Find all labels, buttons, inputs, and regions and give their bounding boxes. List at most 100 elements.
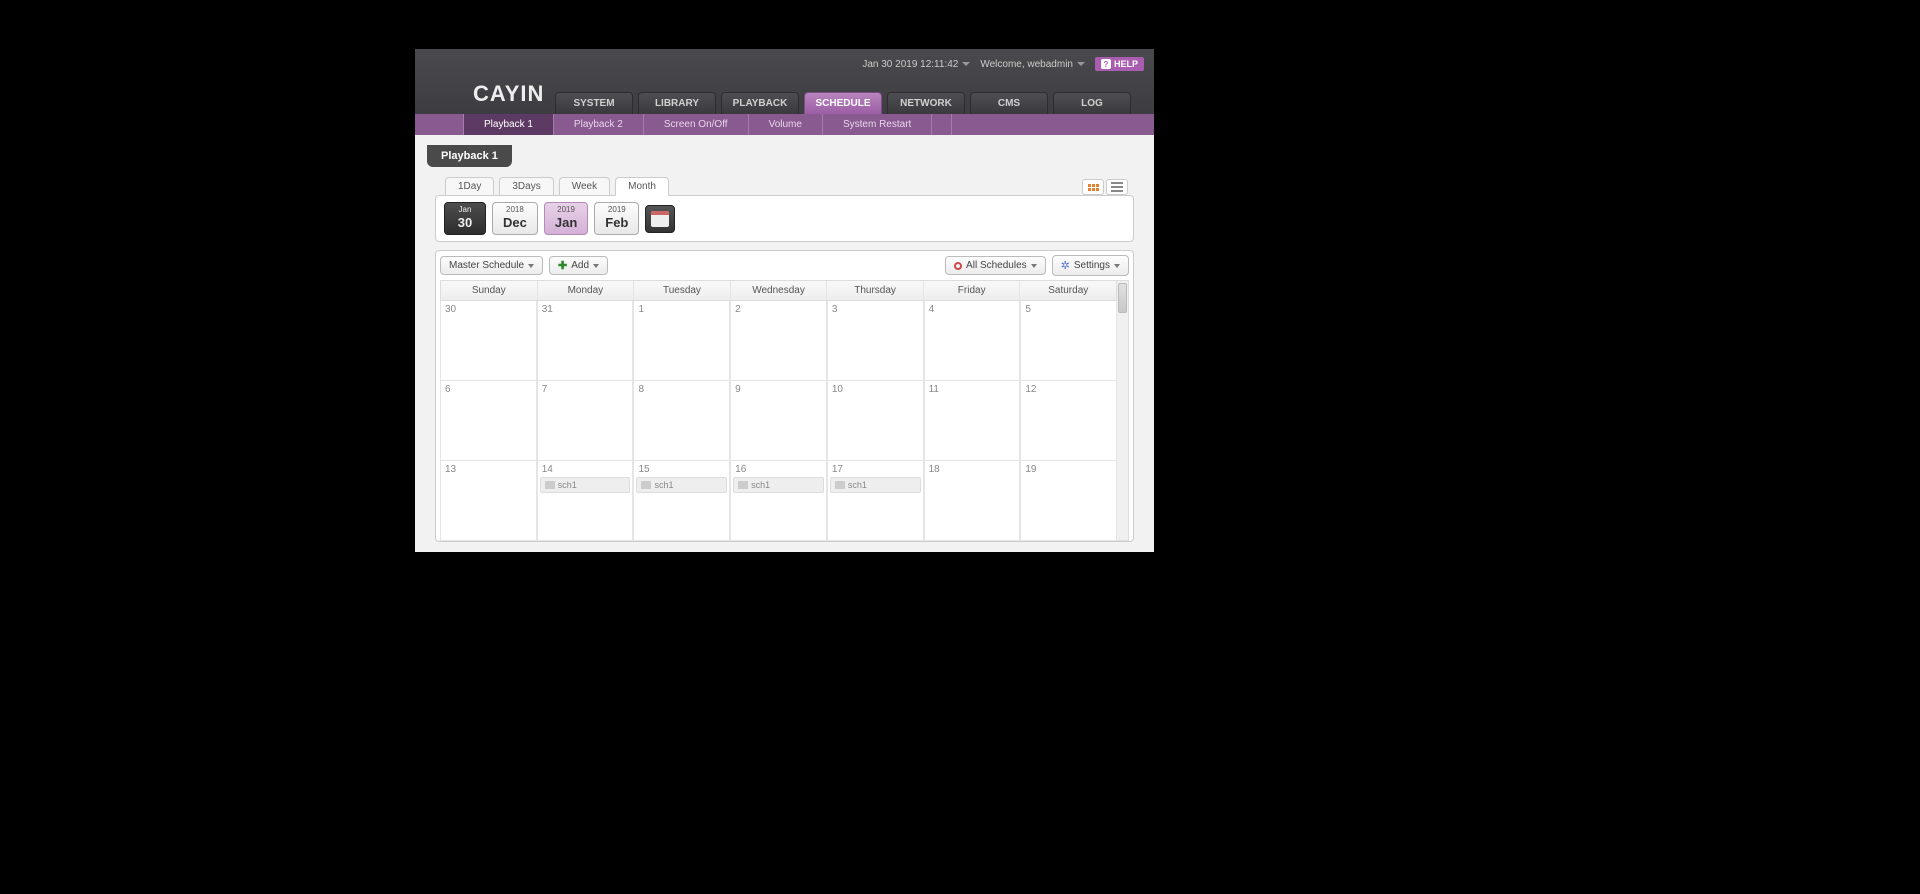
day-header: Friday bbox=[924, 281, 1021, 300]
calendar-cell[interactable]: 4 bbox=[924, 301, 1021, 381]
calendar-cell[interactable]: 13 bbox=[440, 461, 537, 541]
calendar-cell[interactable]: 8 bbox=[633, 381, 730, 461]
day-number: 1 bbox=[638, 304, 644, 315]
calendar-cell[interactable]: 5 bbox=[1020, 301, 1117, 381]
master-schedule-dropdown[interactable]: Master Schedule bbox=[440, 256, 543, 275]
subnav-playback-1[interactable]: Playback 1 bbox=[463, 114, 554, 135]
calendar-cell[interactable]: 10 bbox=[827, 381, 924, 461]
scrollbar-thumb[interactable] bbox=[1118, 283, 1127, 313]
calendar-cell[interactable]: 3 bbox=[827, 301, 924, 381]
date-nav-bottom: Jan bbox=[555, 215, 577, 230]
day-number: 16 bbox=[735, 464, 746, 475]
logo: CAYIN bbox=[473, 81, 544, 107]
date-nav-bottom: Dec bbox=[503, 215, 527, 230]
add-label: Add bbox=[571, 260, 589, 271]
calendar-scrollbar[interactable] bbox=[1117, 280, 1129, 541]
calendar-cell[interactable]: 19 bbox=[1020, 461, 1117, 541]
viewtab-3days[interactable]: 3Days bbox=[499, 177, 553, 195]
help-button[interactable]: ? HELP bbox=[1095, 57, 1144, 71]
date-nav-bottom: 30 bbox=[455, 215, 475, 230]
date-nav-bottom: Feb bbox=[605, 215, 628, 230]
date-nav-today[interactable]: Jan 30 bbox=[444, 202, 486, 235]
calendar-cell[interactable]: 12 bbox=[1020, 381, 1117, 461]
datetime-dropdown[interactable]: Jan 30 2019 12:11:42 bbox=[862, 59, 970, 70]
day-number: 9 bbox=[735, 384, 741, 395]
day-number: 19 bbox=[1025, 464, 1036, 475]
day-number: 3 bbox=[832, 304, 838, 315]
calendar-event[interactable]: sch1 bbox=[540, 477, 631, 493]
sub-nav: Playback 1 Playback 2 Screen On/Off Volu… bbox=[415, 114, 1154, 135]
calendar-cell[interactable]: 17sch1 bbox=[827, 461, 924, 541]
viewtab-week[interactable]: Week bbox=[559, 177, 610, 195]
day-header: Wednesday bbox=[731, 281, 828, 300]
list-view-button[interactable] bbox=[1106, 179, 1128, 195]
day-header: Monday bbox=[538, 281, 635, 300]
calendar-panel: Master Schedule ✚ Add All Schedules bbox=[435, 250, 1134, 542]
day-header: Thursday bbox=[827, 281, 924, 300]
day-header: Sunday bbox=[441, 281, 538, 300]
calendar-cell[interactable]: 31 bbox=[537, 301, 634, 381]
date-nav-next-month[interactable]: 2019 Feb bbox=[594, 202, 639, 235]
calendar-cell[interactable]: 18 bbox=[924, 461, 1021, 541]
nav-library[interactable]: LIBRARY bbox=[638, 92, 716, 114]
event-label: sch1 bbox=[751, 480, 770, 490]
calendar-cell[interactable]: 14sch1 bbox=[537, 461, 634, 541]
date-nav-top: Jan bbox=[455, 205, 475, 215]
day-header: Tuesday bbox=[634, 281, 731, 300]
day-number: 11 bbox=[929, 384, 939, 395]
calendar-cell[interactable]: 6 bbox=[440, 381, 537, 461]
subnav-spacer bbox=[932, 114, 952, 135]
viewtab-month[interactable]: Month bbox=[615, 177, 669, 196]
subnav-screen-onoff[interactable]: Screen On/Off bbox=[644, 114, 749, 135]
day-number: 7 bbox=[542, 384, 548, 395]
viewtab-1day[interactable]: 1Day bbox=[445, 177, 494, 195]
calendar-cell[interactable]: 7 bbox=[537, 381, 634, 461]
view-tabs: 1Day 3Days Week Month bbox=[445, 177, 669, 195]
day-number: 2 bbox=[735, 304, 741, 315]
date-picker-button[interactable] bbox=[645, 205, 675, 233]
event-icon bbox=[641, 481, 651, 489]
help-label: HELP bbox=[1114, 59, 1138, 69]
event-icon bbox=[545, 481, 555, 489]
calendar-header: Sunday Monday Tuesday Wednesday Thursday… bbox=[440, 280, 1117, 301]
nav-log[interactable]: LOG bbox=[1053, 92, 1131, 114]
calendar-event[interactable]: sch1 bbox=[830, 477, 921, 493]
plus-icon: ✚ bbox=[558, 261, 567, 271]
nav-system[interactable]: SYSTEM bbox=[555, 92, 633, 114]
day-number: 15 bbox=[638, 464, 649, 475]
chevron-down-icon bbox=[1114, 264, 1120, 268]
calendar-event[interactable]: sch1 bbox=[733, 477, 824, 493]
date-nav-prev-month[interactable]: 2018 Dec bbox=[492, 202, 538, 235]
calendar-cell[interactable]: 1 bbox=[633, 301, 730, 381]
calendar-cell[interactable]: 30 bbox=[440, 301, 537, 381]
calendar-cell[interactable]: 15 sch1 bbox=[633, 461, 730, 541]
chevron-down-icon bbox=[1077, 62, 1085, 66]
topbar: Jan 30 2019 12:11:42 Welcome, webadmin ?… bbox=[415, 49, 1154, 114]
master-schedule-label: Master Schedule bbox=[449, 260, 524, 271]
subnav-playback-2[interactable]: Playback 2 bbox=[554, 114, 644, 135]
nav-playback[interactable]: PLAYBACK bbox=[721, 92, 799, 114]
calendar-cell[interactable]: 9 bbox=[730, 381, 827, 461]
add-button[interactable]: ✚ Add bbox=[549, 256, 608, 275]
subnav-volume[interactable]: Volume bbox=[749, 114, 823, 135]
grid-view-button[interactable] bbox=[1082, 179, 1104, 195]
day-number: 30 bbox=[445, 304, 456, 315]
subnav-system-restart[interactable]: System Restart bbox=[823, 114, 932, 135]
calendar-cell[interactable]: 2 bbox=[730, 301, 827, 381]
calendar: Sunday Monday Tuesday Wednesday Thursday… bbox=[440, 280, 1129, 541]
nav-network[interactable]: NETWORK bbox=[887, 92, 965, 114]
calendar-event[interactable]: sch1 bbox=[636, 477, 727, 493]
calendar-cell[interactable]: 16 sch1 bbox=[730, 461, 827, 541]
all-schedules-label: All Schedules bbox=[966, 260, 1027, 271]
welcome-dropdown[interactable]: Welcome, webadmin bbox=[980, 59, 1085, 70]
date-nav-box: Jan 30 2018 Dec 2019 Jan 2019 Feb bbox=[435, 195, 1134, 242]
date-nav-top: 2018 bbox=[503, 205, 527, 215]
chevron-down-icon bbox=[528, 264, 534, 268]
all-schedules-dropdown[interactable]: All Schedules bbox=[945, 256, 1046, 275]
day-number: 18 bbox=[929, 464, 940, 475]
nav-cms[interactable]: CMS bbox=[970, 92, 1048, 114]
calendar-cell[interactable]: 11 bbox=[924, 381, 1021, 461]
date-nav-current-month[interactable]: 2019 Jan bbox=[544, 202, 588, 235]
settings-dropdown[interactable]: ✲ Settings bbox=[1052, 255, 1129, 276]
nav-schedule[interactable]: SCHEDULE bbox=[804, 92, 882, 114]
